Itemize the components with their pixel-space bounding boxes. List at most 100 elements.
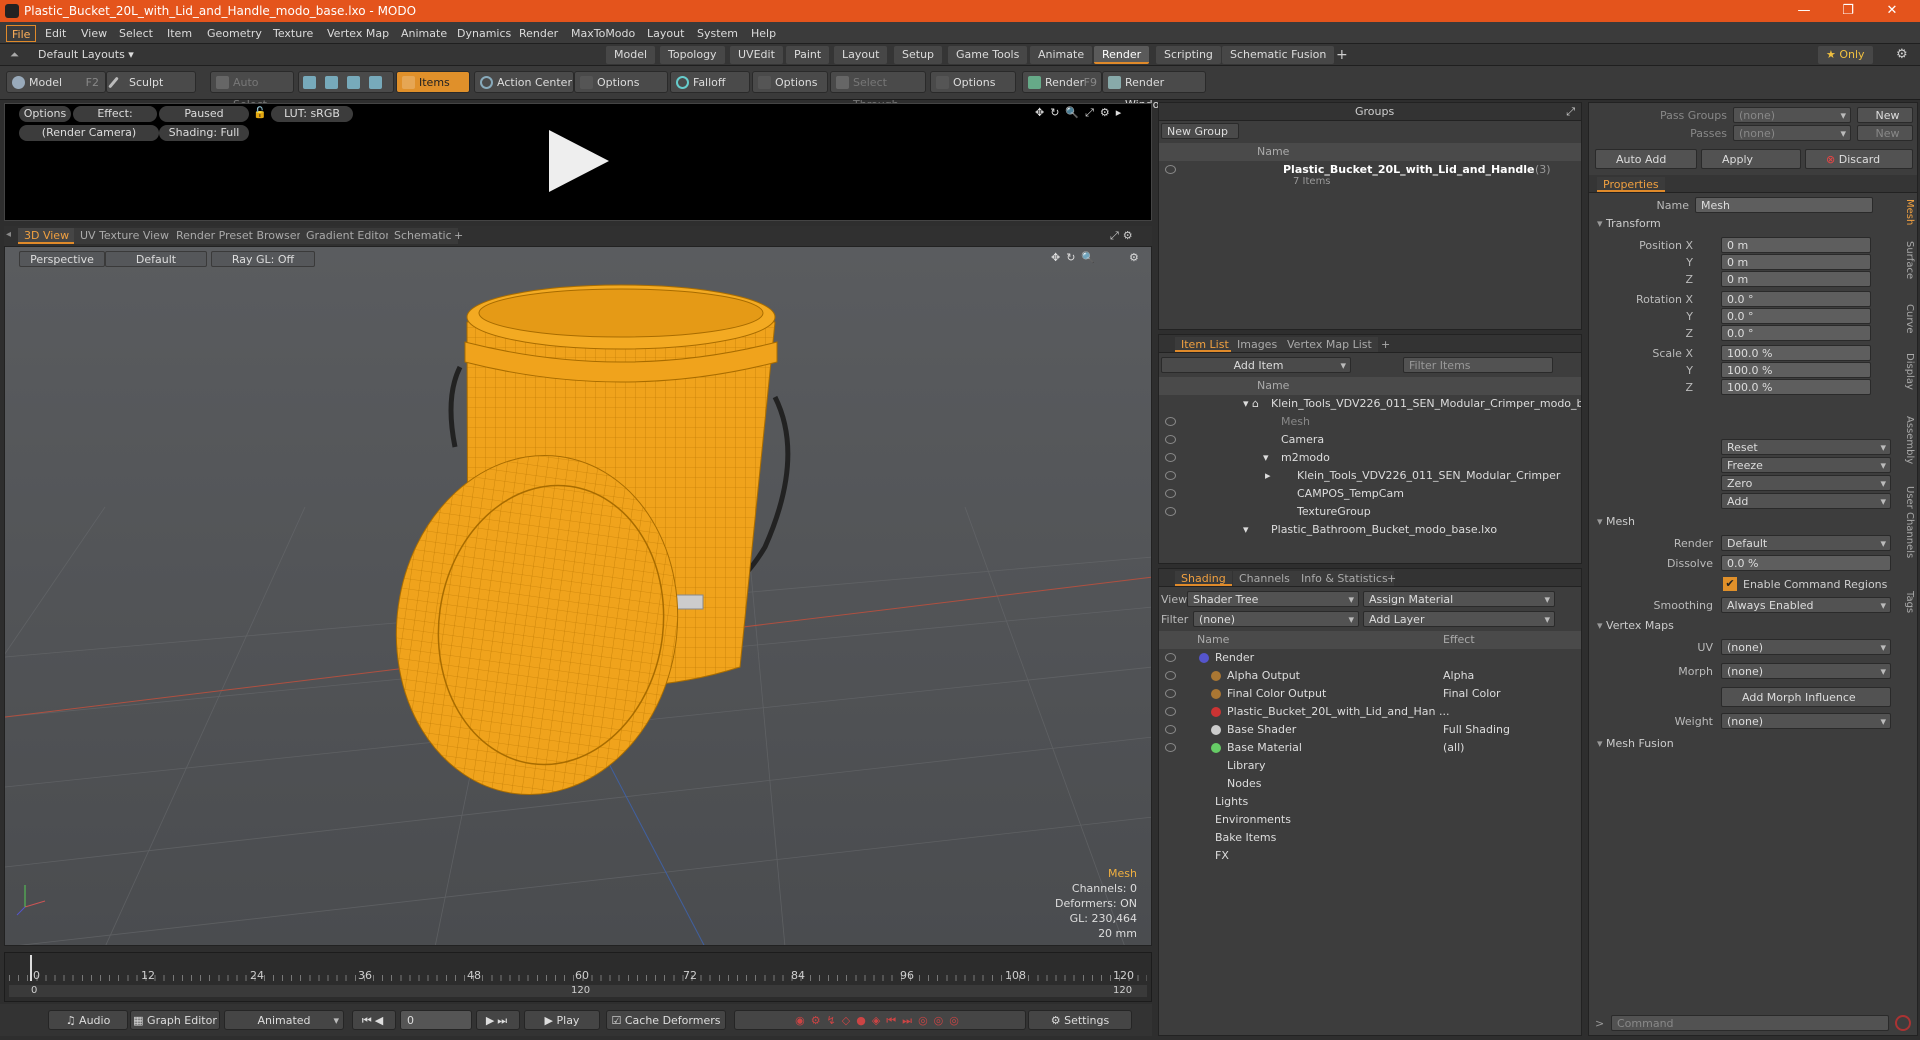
name-field[interactable]: Mesh — [1695, 197, 1873, 213]
render-camera-dropdown[interactable]: (Render Camera) — [19, 125, 159, 141]
visibility-eye-icon[interactable] — [1165, 653, 1176, 662]
menu-maxtomodo[interactable]: MaxToModo — [566, 25, 640, 42]
key-controls-icons[interactable]: ◉⚙↯◇●◈⏮⏭◎◎◎ — [734, 1010, 1026, 1030]
menu-file[interactable]: File — [6, 25, 37, 42]
tab-model[interactable]: Model — [606, 46, 656, 64]
command-record-icon[interactable] — [1895, 1015, 1911, 1031]
tab-layout[interactable]: Layout — [834, 46, 888, 64]
groups-expand-icon[interactable]: ⤢ — [1566, 105, 1575, 119]
action-center-options-button[interactable]: Options — [574, 71, 668, 93]
new-pass-button[interactable]: New — [1857, 125, 1913, 141]
list-item[interactable]: Camera — [1159, 431, 1581, 449]
tab-channels[interactable]: Channels — [1233, 571, 1296, 586]
new-pass-group-button[interactable]: New — [1857, 107, 1913, 123]
vertex-maps-section[interactable]: Vertex Maps — [1597, 619, 1674, 632]
enable-command-regions-checkbox[interactable]: ✔ — [1723, 577, 1737, 591]
restore-button[interactable]: ❐ — [1826, 0, 1870, 22]
weight-dropdown[interactable]: (none) — [1721, 713, 1891, 729]
shader-row[interactable]: Alpha Output Alpha — [1159, 667, 1581, 685]
mesh-fusion-section[interactable]: Mesh Fusion — [1597, 737, 1674, 750]
reset-dropdown[interactable]: Reset — [1721, 439, 1891, 455]
shader-row[interactable]: Environments — [1159, 811, 1581, 829]
tab-render[interactable]: Render — [1094, 46, 1150, 64]
render-dropdown[interactable]: Default — [1721, 535, 1891, 551]
freeze-dropdown[interactable]: Freeze — [1721, 457, 1891, 473]
tab-3d-view[interactable]: 3D View — [18, 228, 76, 244]
select-through-options-button[interactable]: Options — [930, 71, 1016, 93]
lock-icon[interactable]: 🔓 — [253, 106, 267, 119]
add-panel-tab-button[interactable]: + — [1381, 571, 1402, 586]
side-tab[interactable]: Mesh — [1901, 199, 1915, 225]
tab-vertex-map-list[interactable]: Vertex Map List — [1281, 337, 1378, 352]
tab-setup[interactable]: Setup — [894, 46, 943, 64]
menu-geometry[interactable]: Geometry — [202, 25, 267, 42]
menu-edit[interactable]: Edit — [40, 25, 71, 42]
falloff-options-button[interactable]: Options — [752, 71, 828, 93]
tab-schematic-fusion[interactable]: Schematic Fusion — [1222, 46, 1335, 64]
command-input[interactable]: Command — [1611, 1015, 1889, 1031]
tab-render-preset-browser[interactable]: Render Preset Browser — [170, 228, 308, 244]
side-tab[interactable]: User Channels — [1901, 486, 1915, 558]
list-item[interactable]: ▾ ⌂ Klein_Tools_VDV226_011_SEN_Modular_Cr… — [1159, 395, 1581, 413]
shader-row[interactable]: Bake Items — [1159, 829, 1581, 847]
tab-paint[interactable]: Paint — [786, 46, 830, 64]
shader-row[interactable]: Base Shader Full Shading — [1159, 721, 1581, 739]
animated-dropdown[interactable]: Animated — [224, 1010, 344, 1031]
add-dropdown[interactable]: Add — [1721, 493, 1891, 509]
tab-topology[interactable]: Topology — [660, 46, 725, 64]
gear-icon[interactable]: ⚙ — [1896, 47, 1908, 62]
transform-field[interactable]: 0.0 ° — [1721, 308, 1871, 324]
side-tab[interactable]: Tags — [1901, 591, 1915, 613]
list-item[interactable]: ▾ m2modo — [1159, 449, 1581, 467]
morph-dropdown[interactable]: (none) — [1721, 663, 1891, 679]
add-layer-dropdown[interactable]: Add Layer — [1363, 611, 1555, 627]
vertices-mode-icon[interactable] — [303, 76, 316, 89]
tab-info-statistics[interactable]: Info & Statistics — [1295, 571, 1394, 586]
close-button[interactable]: ✕ — [1870, 0, 1914, 22]
preview-nav-icons[interactable]: ✥↻🔍⤢⚙▸ — [1035, 106, 1127, 120]
3d-viewport[interactable]: Perspective Default Ray GL: Off ✥↻🔍 ⚙ Me… — [4, 246, 1152, 946]
mesh-section[interactable]: Mesh — [1597, 515, 1635, 528]
settings-button[interactable]: ⚙ Settings — [1028, 1010, 1132, 1030]
visibility-eye-icon[interactable] — [1165, 725, 1176, 734]
add-morph-influence-button[interactable]: Add Morph Influence — [1721, 687, 1891, 707]
visibility-eye-icon[interactable] — [1165, 689, 1176, 698]
shader-row[interactable]: Library — [1159, 757, 1581, 775]
transform-field[interactable]: 0.0 ° — [1721, 291, 1871, 307]
add-item-dropdown[interactable]: Add Item — [1161, 357, 1351, 373]
tab-uv-texture-view[interactable]: UV Texture View — [74, 228, 175, 244]
viewport-maximize-icon[interactable]: ⤢⚙ — [1110, 229, 1137, 243]
shader-row[interactable]: Final Color Output Final Color — [1159, 685, 1581, 703]
new-group-button[interactable]: New Group — [1161, 123, 1239, 139]
visibility-eye-icon[interactable] — [1165, 671, 1176, 680]
render-window-button[interactable]: Render Window — [1102, 71, 1206, 111]
menu-texture[interactable]: Texture — [268, 25, 318, 42]
auto-add-button[interactable]: Auto Add — [1595, 149, 1697, 169]
model-button[interactable]: Model F2 — [6, 71, 106, 93]
edges-mode-icon[interactable] — [325, 76, 338, 89]
assign-material-dropdown[interactable]: Assign Material — [1363, 591, 1555, 607]
filter-dropdown[interactable]: (none) — [1193, 611, 1359, 627]
audio-button[interactable]: ♫ Audio — [48, 1010, 128, 1030]
menu-vertex-map[interactable]: Vertex Map — [322, 25, 394, 42]
menu-select[interactable]: Select — [114, 25, 158, 42]
side-tab[interactable]: Curve — [1901, 304, 1915, 334]
menu-animate[interactable]: Animate — [396, 25, 452, 42]
transform-field[interactable]: 0 m — [1721, 271, 1871, 287]
menu-help[interactable]: Help — [746, 25, 781, 42]
shader-row-effect[interactable]: Final Color — [1443, 685, 1501, 703]
transform-section[interactable]: Transform — [1597, 217, 1661, 230]
transform-field[interactable]: 0.0 ° — [1721, 325, 1871, 341]
group-row[interactable]: Plastic_Bucket_20L_with_Lid_and_Handle (… — [1159, 161, 1581, 191]
view-dropdown[interactable]: Shader Tree — [1187, 591, 1359, 607]
shader-row[interactable]: Base Material (all) — [1159, 739, 1581, 757]
tab-game-tools[interactable]: Game Tools — [948, 46, 1028, 64]
list-item[interactable]: CAMPOS_TempCam — [1159, 485, 1581, 503]
tab-shading[interactable]: Shading — [1175, 571, 1232, 586]
polygons-mode-icon[interactable] — [347, 76, 360, 89]
playhead[interactable] — [30, 955, 32, 981]
transform-field[interactable]: 0 m — [1721, 237, 1871, 253]
add-tab-button[interactable]: + — [1336, 47, 1348, 63]
tab-scripting[interactable]: Scripting — [1156, 46, 1221, 64]
zero-dropdown[interactable]: Zero — [1721, 475, 1891, 491]
